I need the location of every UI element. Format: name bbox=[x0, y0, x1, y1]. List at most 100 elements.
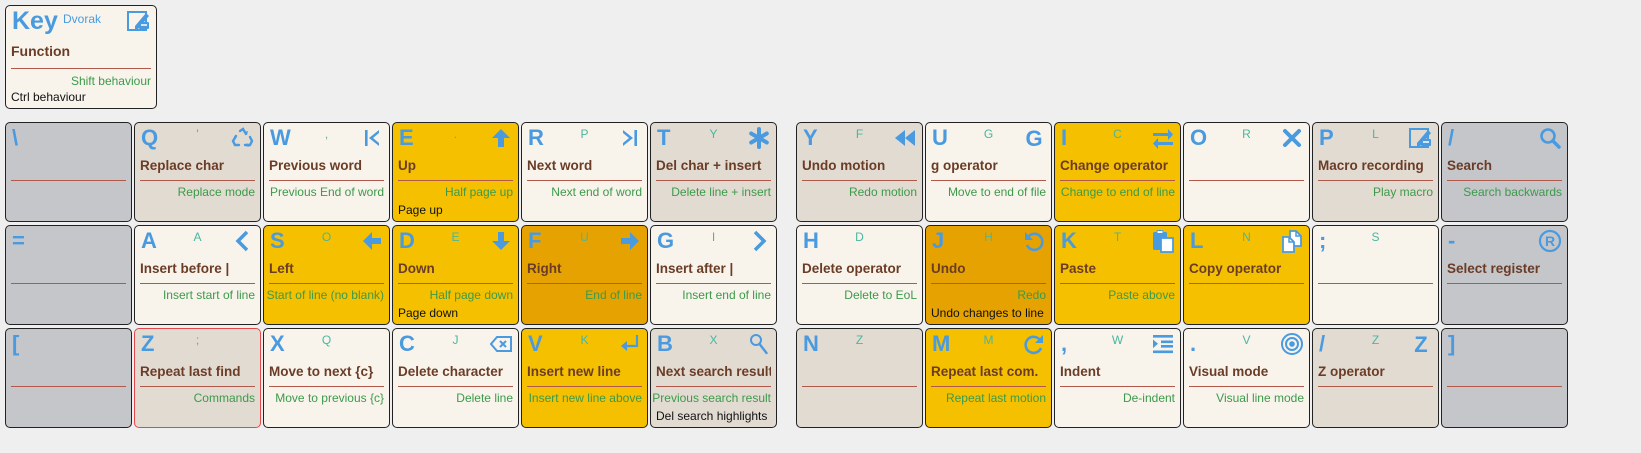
search-small-icon bbox=[747, 332, 771, 356]
function-label: Visual mode bbox=[1189, 364, 1304, 387]
paste-icon bbox=[1151, 229, 1175, 253]
shift-label: Search backwards bbox=[1463, 185, 1562, 199]
key-z[interactable]: Z; Repeat last find Commands bbox=[134, 328, 261, 428]
key-p[interactable]: P L Macro recording Play macro bbox=[1312, 122, 1439, 222]
recycle-icon bbox=[231, 126, 255, 150]
shift-label: Repeat last motion bbox=[945, 391, 1046, 405]
key-a[interactable]: A A Insert before | Insert start of line bbox=[134, 225, 261, 325]
function-label: Del char + insert bbox=[656, 158, 771, 181]
key-equals[interactable]: = bbox=[5, 225, 132, 325]
key-label: = bbox=[12, 228, 25, 253]
ctrl-label: Page down bbox=[398, 306, 459, 320]
shift-label: Move to previous {c} bbox=[275, 391, 384, 405]
shift-label: Start of line (no blank) bbox=[266, 288, 384, 302]
legend-alt-label: Dvorak bbox=[63, 12, 102, 26]
key-e[interactable]: E. Up Half page up Page up bbox=[392, 122, 519, 222]
key-f[interactable]: F U Right End of line bbox=[521, 225, 648, 325]
function-label bbox=[1189, 158, 1304, 181]
letter-z-icon: Z bbox=[1409, 332, 1433, 356]
key-b[interactable]: B X Next search result Previous search resu… bbox=[650, 328, 777, 428]
key-minus[interactable]: - R Select register bbox=[1441, 225, 1568, 325]
swap-icon bbox=[1151, 126, 1175, 150]
function-label: Left bbox=[269, 261, 384, 284]
shift-label: Replace mode bbox=[177, 185, 255, 199]
key-r[interactable]: R P Next word Next end of word bbox=[521, 122, 648, 222]
svg-text:Z: Z bbox=[1414, 332, 1427, 356]
dvorak-label: S bbox=[1371, 230, 1380, 244]
shift-label: Commands bbox=[193, 391, 255, 405]
shift-label: Visual line mode bbox=[1216, 391, 1304, 405]
shift-label: Delete line + insert bbox=[671, 185, 771, 199]
function-label: Down bbox=[398, 261, 513, 284]
key-t[interactable]: T Y Del char + insert Delete line + insert bbox=[650, 122, 777, 222]
function-label: g operator bbox=[931, 158, 1046, 181]
indent-icon bbox=[1151, 332, 1175, 356]
chevron-left-icon bbox=[231, 229, 255, 253]
shift-label: Delete to EoL bbox=[844, 288, 917, 302]
function-label: Right bbox=[527, 261, 642, 284]
redo-icon bbox=[1022, 332, 1046, 356]
function-label: Z operator bbox=[1318, 364, 1433, 387]
key-period[interactable]: . V Visual mode Visual line mode bbox=[1183, 328, 1310, 428]
key-backslash[interactable]: \ bbox=[5, 122, 132, 222]
key-m[interactable]: M M Repeat last com. Repeat last motion bbox=[925, 328, 1052, 428]
function-label: Indent bbox=[1060, 364, 1175, 387]
key-y[interactable]: Y F Undo motion Redo motion bbox=[796, 122, 923, 222]
key-n[interactable]: NZ bbox=[796, 328, 923, 428]
legend-function-label: Function bbox=[11, 43, 151, 69]
key-comma[interactable]: , W Indent De-indent bbox=[1054, 328, 1181, 428]
key-s[interactable]: S O Left Start of line (no blank) bbox=[263, 225, 390, 325]
function-label: Repeat last com. bbox=[931, 364, 1046, 387]
key-u[interactable]: UGGg operator Move to end of file bbox=[925, 122, 1052, 222]
shift-label: Insert start of line bbox=[162, 288, 255, 302]
macro-recording-icon bbox=[127, 9, 151, 33]
key-label: / bbox=[1448, 125, 1455, 150]
key-c[interactable]: C J Delete character Delete line bbox=[392, 328, 519, 428]
ctrl-label: Undo changes to line bbox=[931, 306, 1044, 320]
function-label: Delete character bbox=[398, 364, 513, 387]
key-l[interactable]: L N Copy operator bbox=[1183, 225, 1310, 325]
shift-label: Next end of word bbox=[551, 185, 642, 199]
shift-label: Previous search result bbox=[652, 391, 771, 405]
shift-label: Change to end of line bbox=[1060, 185, 1175, 199]
key-h[interactable]: H D Delete operator Delete to EoL bbox=[796, 225, 923, 325]
svg-text:R: R bbox=[1545, 233, 1555, 249]
function-label: Macro recording bbox=[1318, 158, 1433, 181]
key-k[interactable]: K T Paste Paste above bbox=[1054, 225, 1181, 325]
key-g[interactable]: G I Insert after | Insert end of line bbox=[650, 225, 777, 325]
function-label bbox=[11, 364, 126, 387]
key-label: \ bbox=[12, 125, 19, 150]
key-v[interactable]: V K Insert new line Insert new line above bbox=[521, 328, 648, 428]
key-j[interactable]: J H Undo Redo Undo changes to line bbox=[925, 225, 1052, 325]
legend-shift-label: Shift behaviour bbox=[70, 74, 151, 88]
key-q[interactable]: Q ' Replace char Replace mode bbox=[134, 122, 261, 222]
arrow-up-icon bbox=[489, 126, 513, 150]
key-slash[interactable]: / Search Search backwards bbox=[1441, 122, 1568, 222]
svg-text:G: G bbox=[1025, 126, 1042, 150]
key-label: - bbox=[1448, 228, 1456, 253]
arrow-right-icon bbox=[618, 229, 642, 253]
key-label: ] bbox=[1448, 331, 1456, 356]
key-slash2[interactable]: / Z Z Z operator bbox=[1312, 328, 1439, 428]
function-label: Select register bbox=[1447, 261, 1562, 284]
dvorak-label: Q bbox=[321, 333, 332, 347]
key-bracket-left[interactable]: [ bbox=[5, 328, 132, 428]
shift-label: Insert new line above bbox=[528, 391, 642, 405]
key-o[interactable]: OR bbox=[1183, 122, 1310, 222]
key-bracket-right[interactable]: ] bbox=[1441, 328, 1568, 428]
key-x[interactable]: X Q Move to next {c} Move to previous {c} bbox=[263, 328, 390, 428]
function-label: Repeat last find bbox=[140, 364, 255, 387]
key-i[interactable]: I C Change operator Change to end of line bbox=[1054, 122, 1181, 222]
key-d[interactable]: D E Down Half page down Page down bbox=[392, 225, 519, 325]
function-label: Search bbox=[1447, 158, 1562, 181]
legend-key: Key Dvorak Function Shift behaviour Ctrl… bbox=[5, 5, 157, 109]
key-semicolon[interactable]: ; S bbox=[1312, 225, 1439, 325]
shift-label: Previous End of word bbox=[269, 185, 384, 199]
key-w[interactable]: W, Previous word Previous End of word bbox=[263, 122, 390, 222]
function-label bbox=[802, 364, 917, 387]
shift-label: Insert end of line bbox=[682, 288, 771, 302]
function-label: Delete operator bbox=[802, 261, 917, 284]
search-icon bbox=[1538, 126, 1562, 150]
function-label bbox=[11, 158, 126, 181]
function-label: Replace char bbox=[140, 158, 255, 181]
